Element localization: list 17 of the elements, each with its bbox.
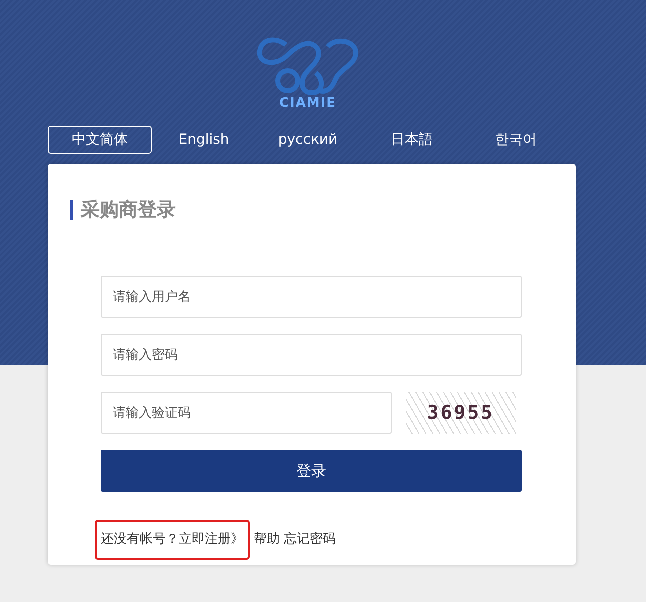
input-field[interactable]: 请输入用户名	[101, 276, 522, 318]
register-prompt: 还没有帐号？	[101, 531, 179, 549]
login-button[interactable]: 登录	[101, 450, 522, 492]
logo-icon	[256, 35, 360, 97]
footer-link[interactable]: 帮助	[254, 530, 280, 550]
register-link[interactable]: 立即注册》	[179, 530, 244, 550]
language-tab[interactable]: 한국어	[464, 126, 568, 154]
input-field[interactable]: 请输入密码	[101, 334, 522, 376]
language-tab[interactable]: 日本語	[360, 126, 464, 154]
language-tab[interactable]: 中文简体	[48, 126, 152, 154]
language-tab[interactable]: русский	[256, 126, 360, 154]
login-title: 采购商登录	[70, 200, 523, 220]
footer-link[interactable]: 忘记密码	[284, 530, 336, 550]
captcha-field[interactable]: 请输入验证码	[101, 392, 392, 434]
logo-text: CIAMIE	[279, 97, 337, 110]
captcha-image[interactable]: 36955	[406, 392, 516, 434]
language-tab[interactable]: English	[152, 126, 256, 154]
